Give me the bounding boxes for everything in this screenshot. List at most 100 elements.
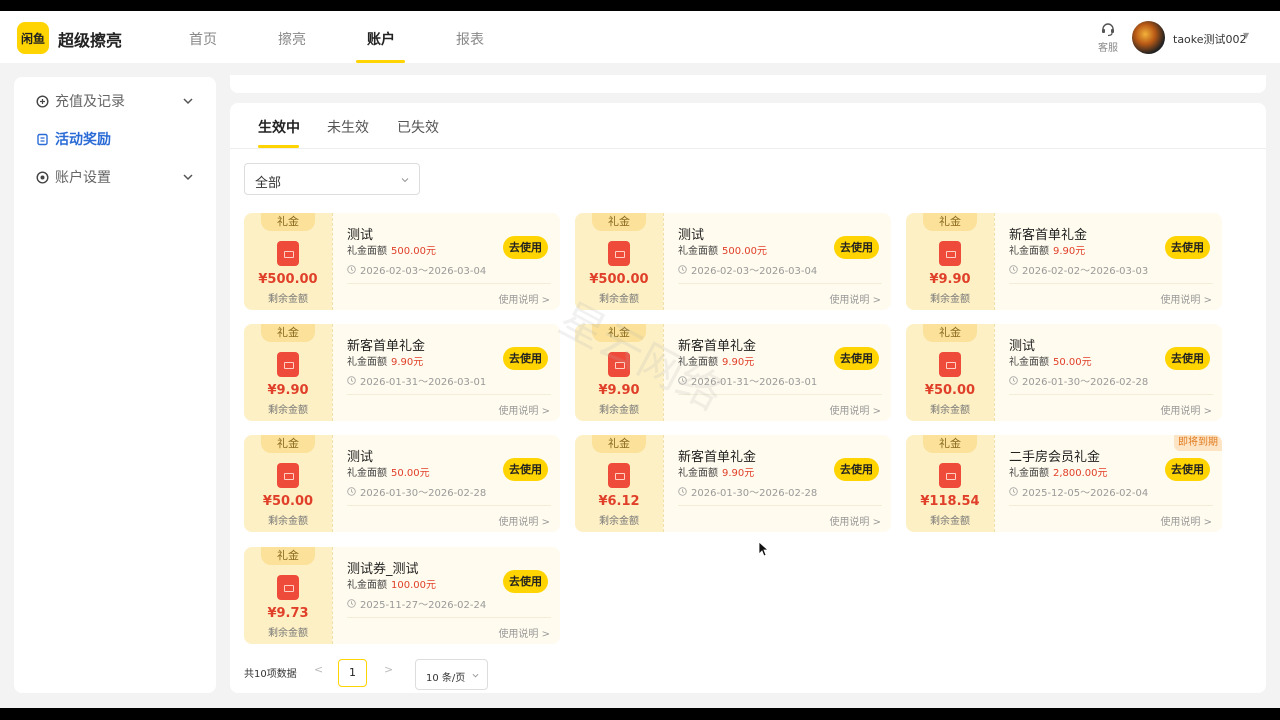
nav-account[interactable]: 账户 — [367, 29, 395, 49]
usage-instructions-link[interactable]: 使用说明 > — [1160, 513, 1212, 528]
usage-instructions-link[interactable]: 使用说明 > — [829, 291, 881, 306]
coupon-validity: 2026-01-30～2026-02-28 — [678, 484, 817, 499]
reward-icon — [37, 133, 48, 145]
coupon-divider — [347, 505, 551, 506]
red-envelope-icon — [939, 463, 961, 488]
use-coupon-button[interactable]: 去使用 — [503, 458, 548, 481]
pagination-prev-button[interactable]: < — [314, 663, 323, 676]
red-envelope-icon — [608, 241, 630, 266]
scrolled-panel-edge — [230, 75, 1266, 93]
coupon-face-label: 礼金面额 — [1009, 246, 1049, 257]
coupon-dates: 2026-02-03～2026-03-04 — [691, 266, 818, 277]
use-coupon-button[interactable]: 去使用 — [1165, 458, 1210, 481]
sidebar: 充值及记录 活动奖励 账户设置 — [14, 77, 216, 693]
coupon-title: 测试券_测试 — [347, 562, 419, 577]
use-coupon-button[interactable]: 去使用 — [1165, 236, 1210, 259]
use-coupon-button[interactable]: 去使用 — [834, 458, 879, 481]
page-size-value: 10 条/页 — [426, 673, 466, 684]
coupon-title: 新客首单礼金 — [678, 450, 757, 465]
app-logo[interactable]: 闲鱼 — [17, 22, 49, 54]
coupon-face-value: 礼金面额 100.00元 — [347, 576, 436, 591]
coupon-card: 礼金 ¥9.90 剩余金额 新客首单礼金 礼金面额 9.90元 2026-02-02～202… — [906, 213, 1222, 310]
user-menu-caret-icon[interactable]: ▼ — [1243, 31, 1249, 40]
coupon-face-label: 礼金面额 — [1009, 357, 1049, 368]
coupon-remaining-label: 剩余金额 — [268, 294, 308, 305]
clock-icon — [347, 265, 356, 274]
coupon-dates: 2026-01-31～2026-03-01 — [691, 377, 818, 388]
avatar[interactable] — [1132, 21, 1165, 54]
coupon-remaining-amount: ¥118.54 — [920, 494, 980, 509]
red-envelope-icon — [939, 352, 961, 377]
use-coupon-button[interactable]: 去使用 — [503, 570, 548, 593]
customer-service-button[interactable]: 客服 — [1096, 21, 1120, 54]
sidebar-item-rewards[interactable]: 活动奖励 — [36, 129, 111, 149]
coupon-divider — [347, 283, 551, 284]
coupon-divider — [347, 617, 551, 618]
use-coupon-button[interactable]: 去使用 — [1165, 347, 1210, 370]
pagination-page-1[interactable]: 1 — [338, 659, 367, 687]
usage-instructions-link[interactable]: 使用说明 > — [1160, 291, 1212, 306]
sidebar-item-account-settings[interactable]: 账户设置 — [36, 167, 111, 187]
usage-instructions-link[interactable]: 使用说明 > — [498, 625, 550, 640]
coupon-face-amount: 500.00元 — [722, 246, 767, 257]
coupon-remaining-label: 剩余金额 — [268, 405, 308, 416]
usage-instructions-link[interactable]: 使用说明 > — [829, 513, 881, 528]
coupon-right-panel: 测试 礼金面额 500.00元 2026-02-03～2026-03-04 去使用 使用说… — [332, 213, 560, 310]
coupon-remaining-label: 剩余金额 — [930, 405, 970, 416]
coupon-dates: 2025-11-27～2026-02-24 — [360, 600, 487, 611]
sidebar-item-label: 账户设置 — [55, 170, 111, 186]
coupon-title: 二手房会员礼金 — [1009, 450, 1101, 465]
coupon-card: 礼金 ¥9.73 剩余金额 测试券_测试 礼金面额 100.00元 2025-11-27～2… — [244, 547, 560, 644]
coupon-remaining-amount: ¥50.00 — [262, 494, 314, 509]
headset-icon — [1102, 23, 1114, 37]
usage-instructions-link[interactable]: 使用说明 > — [498, 291, 550, 306]
coupon-left-panel: 礼金 ¥118.54 剩余金额 — [906, 435, 994, 532]
page-size-select[interactable]: 10 条/页 — [415, 659, 488, 690]
tab-expired[interactable]: 已失效 — [397, 117, 439, 137]
use-coupon-button[interactable]: 去使用 — [503, 236, 548, 259]
coupon-face-amount: 50.00元 — [1053, 357, 1092, 368]
username[interactable]: taoke测试002 — [1173, 31, 1247, 47]
coupon-right-panel: 新客首单礼金 礼金面额 9.90元 2026-01-31～2026-03-01 去使用使… — [663, 324, 891, 421]
use-coupon-button[interactable]: 去使用 — [834, 347, 879, 370]
coupon-face-value: 礼金面额 9.90元 — [678, 464, 754, 479]
coupon-card: 礼金 ¥50.00 剩余金额 测试 礼金面额 50.00元 2026-01-30～2026-… — [244, 435, 560, 532]
coupon-left-panel: 礼金 ¥6.12 剩余金额 — [575, 435, 663, 532]
coupon-tag: 礼金 — [261, 547, 315, 565]
coupon-face-value: 礼金面额 9.90元 — [678, 353, 754, 368]
coupon-validity: 2026-02-03～2026-03-04 — [678, 262, 817, 277]
tab-pending[interactable]: 未生效 — [327, 117, 369, 137]
type-filter-select[interactable]: 全部 — [244, 163, 420, 195]
red-envelope-icon — [608, 463, 630, 488]
coupon-face-value: 礼金面额 50.00元 — [347, 464, 430, 479]
coupon-validity: 2026-01-30～2026-02-28 — [347, 484, 486, 499]
coupon-dates: 2026-01-30～2026-02-28 — [1022, 377, 1149, 388]
pagination-next-button[interactable]: > — [384, 663, 393, 676]
sidebar-item-recharge[interactable]: 充值及记录 — [36, 91, 125, 111]
nav-home[interactable]: 首页 — [189, 29, 217, 49]
coupon-right-panel: 测试券_测试 礼金面额 100.00元 2025-11-27～2026-02-24 去使… — [332, 547, 560, 644]
coupon-face-label: 礼金面额 — [347, 468, 387, 479]
usage-instructions-link[interactable]: 使用说明 > — [498, 402, 550, 417]
red-envelope-icon — [939, 241, 961, 266]
nav-reports[interactable]: 报表 — [456, 29, 484, 49]
coupon-title: 测试 — [1009, 339, 1036, 354]
coupon-validity: 2025-11-27～2026-02-24 — [347, 596, 486, 611]
coupon-left-panel: 礼金 ¥50.00 剩余金额 — [906, 324, 994, 421]
use-coupon-button[interactable]: 去使用 — [834, 236, 879, 259]
tab-active[interactable]: 生效中 — [258, 117, 300, 137]
coupon-title: 测试 — [678, 228, 705, 243]
usage-instructions-link[interactable]: 使用说明 > — [829, 402, 881, 417]
nav-polish[interactable]: 擦亮 — [278, 29, 306, 49]
coupon-title: 测试 — [347, 450, 374, 465]
chevron-down-icon[interactable] — [182, 95, 194, 107]
usage-instructions-link[interactable]: 使用说明 > — [498, 513, 550, 528]
usage-instructions-link[interactable]: 使用说明 > — [1160, 402, 1212, 417]
use-coupon-button[interactable]: 去使用 — [503, 347, 548, 370]
coupon-left-panel: 礼金 ¥9.73 剩余金额 — [244, 547, 332, 644]
chevron-down-icon[interactable] — [182, 171, 194, 183]
settings-icon — [36, 170, 49, 184]
coupon-title: 新客首单礼金 — [347, 339, 426, 354]
coupon-face-label: 礼金面额 — [347, 357, 387, 368]
coupon-remaining-amount: ¥9.90 — [267, 383, 309, 398]
